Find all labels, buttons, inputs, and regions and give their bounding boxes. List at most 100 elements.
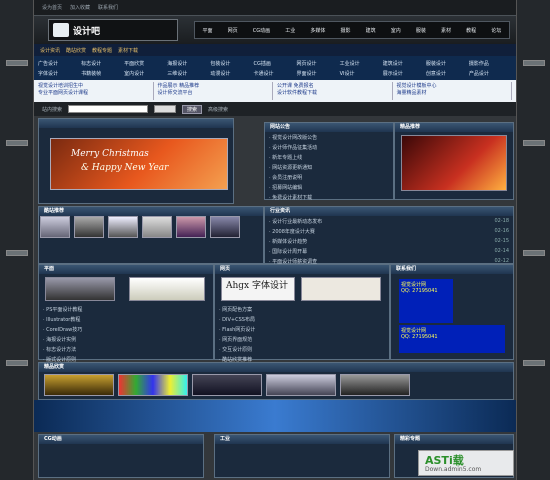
gallery-image[interactable] [266, 374, 336, 396]
list-item[interactable]: · 2008年度设计大赛 02-16 [269, 228, 509, 235]
thumb-image[interactable] [142, 216, 172, 238]
ad-slot[interactable]: 视觉设计模板中心 海量精品素材 [397, 82, 512, 100]
gallery-image[interactable] [118, 374, 188, 396]
nav-item[interactable]: 平面 [203, 27, 213, 34]
category-link[interactable]: VI设计 [340, 70, 383, 77]
nav-item[interactable]: CG动画 [253, 27, 270, 34]
category-link[interactable]: 网页设计 [297, 60, 340, 67]
nav-item[interactable]: 摄影 [341, 27, 351, 34]
category-link[interactable]: 平面欣赏 [124, 60, 167, 67]
category-link[interactable]: 产品设计 [469, 70, 512, 77]
holiday-banner[interactable]: Merry Christmas & Happy New Year [50, 138, 228, 190]
category-link[interactable]: 海报设计 [167, 60, 210, 67]
list-item[interactable]: · Flash网页设计 [219, 326, 385, 333]
ad-slot[interactable]: 视觉设计培训招生中 专业平面网页设计课程 [38, 82, 154, 100]
list-item[interactable]: · 国际设计周开幕 02-14 [269, 248, 509, 255]
gallery-image[interactable] [340, 374, 410, 396]
cat-tab[interactable]: 酷站欣赏 [66, 47, 86, 54]
thumb-image[interactable] [40, 216, 70, 238]
plane-panel: 平面 · PS平面设计教程 · Illustrator教程 · CorelDraw技… [38, 264, 214, 373]
top-link[interactable]: 联系我们 [98, 4, 118, 11]
top-link[interactable]: 设为首页 [42, 4, 62, 11]
nav-item[interactable]: 工业 [285, 27, 295, 34]
category-link[interactable]: 动漫设计 [210, 70, 253, 77]
search-scope-select[interactable] [154, 105, 177, 113]
category-link[interactable]: 标志设计 [81, 60, 124, 67]
list-item[interactable]: · 标志设计方法 [43, 346, 209, 353]
thumb-image[interactable] [176, 216, 206, 238]
gallery-thumbs [44, 374, 410, 396]
thumb-image[interactable] [74, 216, 104, 238]
nav-item[interactable]: 论坛 [491, 27, 501, 34]
plane-image[interactable] [45, 277, 115, 301]
list-item[interactable]: · 设计行业最新动态发布 02-18 [269, 218, 509, 225]
search-button[interactable]: 搜索 [182, 104, 203, 114]
gallery-image[interactable] [44, 374, 114, 396]
category-link[interactable]: 工业设计 [340, 60, 383, 67]
list-item[interactable]: · 招募网站编辑 [269, 184, 389, 191]
category-link[interactable]: 三维设计 [167, 70, 210, 77]
search-input[interactable] [68, 105, 149, 113]
category-link[interactable]: 广告设计 [38, 60, 81, 67]
list-item[interactable]: · 交互设计原则 [219, 346, 385, 353]
category-link[interactable]: CG插画 [253, 60, 296, 67]
top-link[interactable]: 加入收藏 [70, 4, 90, 11]
site-logo[interactable]: 设计吧 [48, 19, 178, 41]
nav-item[interactable]: 室内 [391, 27, 401, 34]
nav-item[interactable]: 多媒体 [310, 27, 325, 34]
list-item[interactable]: · Illustrator教程 [43, 316, 209, 323]
nav-item[interactable]: 网页 [228, 27, 238, 34]
search-label: 站内搜索 [42, 106, 63, 113]
web-image[interactable] [301, 277, 381, 301]
nav-item[interactable]: 服装 [416, 27, 426, 34]
nav-item[interactable]: 素材 [441, 27, 451, 34]
ad-slot[interactable]: 公开课 免费报名 设计软件教程下载 [277, 82, 393, 100]
category-link[interactable]: 界面设计 [297, 70, 340, 77]
featured-image[interactable] [401, 135, 507, 191]
list-item[interactable]: · 新年专题上线 [269, 154, 389, 161]
category-link[interactable]: 摄影作品 [469, 60, 512, 67]
cat-tab[interactable]: 素材下载 [118, 47, 138, 54]
category-link[interactable]: 建筑设计 [383, 60, 426, 67]
category-link[interactable]: 卡通设计 [253, 70, 296, 77]
list-item[interactable]: · 网页界面规范 [219, 336, 385, 343]
ad-title: 作品展示 精品推荐 [157, 83, 200, 89]
list-item[interactable]: · 免费设计素材下载 [269, 194, 389, 201]
ad-box[interactable]: 视觉设计网 QQ: 27195041 [399, 325, 505, 353]
list-item-date: 02-18 [494, 218, 509, 224]
web-image[interactable]: Ahgx 字体设计 [221, 277, 295, 301]
thumb-image[interactable] [210, 216, 240, 238]
category-link[interactable]: 展示设计 [383, 70, 426, 77]
list-item[interactable]: · DIV+CSS布局 [219, 316, 385, 323]
ad-slot[interactable]: 作品展示 精品推荐 设计师交流平台 [157, 82, 273, 100]
cg-title: CG动画 [39, 435, 203, 444]
category-link[interactable]: 室内设计 [124, 70, 167, 77]
list-item[interactable]: · 网站资源更新通知 [269, 164, 389, 171]
category-link[interactable]: 书籍装帧 [81, 70, 124, 77]
list-item[interactable]: · 新媒体设计趋势 02-15 [269, 238, 509, 245]
nav-item[interactable]: 教程 [466, 27, 476, 34]
list-item[interactable]: · 网页配色方案 [219, 306, 385, 313]
category-link[interactable]: 创意设计 [426, 70, 469, 77]
category-link[interactable]: 服装设计 [426, 60, 469, 67]
list-item-text: · PS平面设计教程 [43, 307, 83, 313]
category-link[interactable]: 包装设计 [210, 60, 253, 67]
gallery-image[interactable] [192, 374, 262, 396]
list-item[interactable]: · 会员注册说明 [269, 174, 389, 181]
list-item-text: · 免费设计素材下载 [269, 195, 313, 201]
thumb-image[interactable] [108, 216, 138, 238]
list-item-text: · 网页界面规范 [219, 337, 253, 343]
cat-tab[interactable]: 教程专题 [92, 47, 112, 54]
list-item[interactable]: · PS平面设计教程 [43, 306, 209, 313]
list-item[interactable]: · 视觉设计网改版公告 [269, 134, 389, 141]
list-item[interactable]: · CorelDraw技巧 [43, 326, 209, 333]
cat-tab[interactable]: 设计资讯 [40, 47, 60, 54]
advanced-search-link[interactable]: 高级搜索 [208, 106, 228, 113]
ad-box[interactable]: 视觉设计网 QQ: 27195041 [399, 279, 453, 323]
plane-image[interactable] [129, 277, 205, 301]
nav-item[interactable]: 建筑 [366, 27, 376, 34]
list-item[interactable]: · 设计师作品征集活动 [269, 144, 389, 151]
category-link[interactable]: 字体设计 [38, 70, 81, 77]
list-item[interactable]: · 海报设计实例 [43, 336, 209, 343]
header: 设计吧 平面 网页 CG动画 工业 多媒体 摄影 建筑 室内 服装 素材 教程 … [34, 16, 516, 44]
